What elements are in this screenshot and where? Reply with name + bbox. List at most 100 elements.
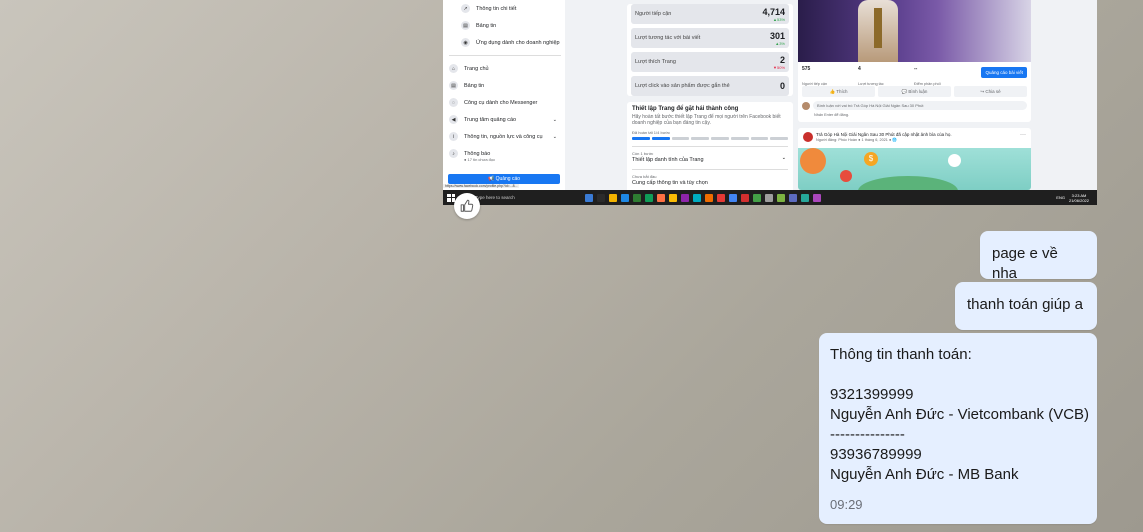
message-bubble[interactable]: page e về nha (980, 231, 1097, 282)
taskbar-app-icon (669, 193, 677, 202)
more-icon: ··· (1020, 132, 1026, 138)
progress-segment (691, 137, 709, 140)
chart-icon: ↗ (461, 4, 470, 13)
setup-step: Chưa bắt đầu Cung cấp thông tin và tùy c… (632, 169, 788, 186)
stat-label: Lượt tương tác với bài viết (635, 35, 701, 41)
taskbar-app-icon (597, 193, 605, 202)
stat-row: Người tiếp cận 4,714 ▲53% (631, 4, 789, 24)
setup-progress-bar (632, 137, 788, 140)
post-image (798, 0, 1031, 62)
taskbar-apps (585, 193, 821, 202)
stat-value: 301 (769, 30, 785, 41)
system-tray: ENG 3:23 AM 21/06/2022 (1056, 193, 1089, 203)
windows-logo-icon (447, 193, 455, 202)
setup-title: Thiết lập Trang để gặt hái thành công (632, 106, 739, 112)
megaphone-icon: ◀ (449, 115, 458, 124)
stat-row: Lượt click vào sản phẩm được gắn thẻ 0 (631, 76, 789, 96)
avatar (803, 132, 813, 142)
message-text: page e về nha (992, 245, 1058, 282)
menu-item-feed: ▤ Bảng tin (449, 77, 565, 94)
taskbar-app-icon (585, 193, 593, 202)
setup-step-sub: Chưa bắt đầu (632, 174, 657, 179)
message-line: --------------- (830, 426, 905, 443)
stat-row: Lượt thích Trang 2 ▼50% (631, 52, 789, 72)
taskbar-app-icon (777, 193, 785, 202)
messenger-icon: ◌ (449, 98, 458, 107)
setup-card: Thiết lập Trang để gặt hái thành công Hã… (627, 102, 793, 198)
shared-screenshot-image[interactable]: ↗ Thông tin chi tiết ▤ Bảng tin ◉ Ứng dụng … (443, 0, 1097, 205)
menu-item-feed-sub: ▤ Bảng tin (449, 17, 565, 34)
status-url: https://www.facebook.com/profile.php?id=… (443, 184, 520, 188)
cover-post-card: Trả Góp Hà Nội Giải Ngân Sau 30 Phút đã … (798, 128, 1031, 190)
taskbar-app-icon (717, 193, 725, 202)
orange-circle (800, 148, 826, 174)
progress-segment (651, 137, 670, 140)
stat-change: ▼50% (773, 64, 785, 70)
feed-icon: ▤ (461, 21, 470, 30)
stat-change: ▲53% (773, 16, 785, 22)
home-icon: ⌂ (449, 64, 458, 73)
boost-post-button: Quảng cáo bài viết (981, 67, 1027, 78)
taskbar-app-icon (801, 193, 809, 202)
taskbar-app-icon (609, 193, 617, 202)
menu-item-business-apps: ◉ Ứng dụng dành cho doanh nghiệp (449, 34, 565, 51)
thumbs-up-icon[interactable] (454, 193, 480, 219)
message-line: 9321399999 (830, 386, 914, 403)
stat-label: Người tiếp cận (635, 11, 672, 17)
house-icon (948, 154, 961, 167)
stat-value: 2 (779, 54, 785, 65)
stat-value-group: 301 ▲3% (770, 31, 785, 46)
taskbar-app-icon (741, 193, 749, 202)
taskbar-app-icon (789, 193, 797, 202)
message-bubble[interactable]: thanh toán giúp a (955, 282, 1097, 330)
progress-segment (750, 137, 769, 140)
apps-icon: ◉ (461, 38, 470, 47)
stat-row: Lượt tương tác với bài viết 301 ▲3% (631, 28, 789, 48)
taskbar-app-icon (765, 193, 773, 202)
thumbs-up-icon (460, 199, 474, 212)
comment-hint: Nhấn Enter để đăng. (814, 113, 850, 117)
bell-icon: ♪ (449, 149, 458, 158)
taskbar-app-icon (813, 193, 821, 202)
message-line: Nguyễn Anh Đức - Vietcombank (VCB) (830, 406, 1090, 423)
progress-segment (711, 137, 729, 140)
chevron-down-icon: ⌄ (552, 133, 557, 140)
taskbar-app-icon (705, 193, 713, 202)
chevron-down-icon: ⌄ (781, 155, 786, 161)
message-text: thanh toán giúp a (967, 296, 1083, 313)
comment-action: 💬 Bình luận (878, 86, 951, 97)
dollar-coin-icon: $ (864, 152, 878, 166)
message-bubble[interactable]: Thông tin thanh toán: 9321399999 Nguyễn … (819, 333, 1097, 524)
feed-icon: ▤ (449, 81, 458, 90)
taskbar-app-icon (693, 193, 701, 202)
taskbar-app-icon (621, 193, 629, 202)
menu-item-ad-center: ◀ Trung tâm quảng cáo ⌄ (449, 111, 565, 128)
ad-button: 📢 Quảng cáo (448, 174, 560, 184)
hill-shape (858, 176, 958, 190)
stat-value: 0 (779, 81, 785, 91)
taskbar-app-icon (753, 193, 761, 202)
info-icon: i (449, 132, 458, 141)
like-action: 👍 Thích (802, 86, 875, 97)
fb-stats-column: Người tiếp cận 4,714 ▲53% Lượt tương tác vớ… (627, 0, 793, 198)
taskbar-app-icon (633, 193, 641, 202)
setup-progress-label: Đã hoàn tất 1/4 bước (632, 130, 670, 135)
menu-item-home: ⌂ Trang chủ (449, 60, 565, 77)
cover-post-image: $ (798, 148, 1031, 190)
message-line (830, 365, 1086, 385)
language-indicator: ENG (1056, 195, 1065, 200)
stat-value-group: 4,714 ▲53% (762, 7, 785, 22)
heart-icon (840, 170, 852, 182)
progress-segment (770, 137, 788, 140)
stats-card: Người tiếp cận 4,714 ▲53% Lượt tương tác vớ… (627, 4, 793, 96)
avatar (802, 101, 810, 110)
setup-step-title: Thiết lập danh tính của Trang (632, 157, 704, 163)
cover-post-sub: Người đăng: Phúc Hoàn ● 1 tháng 6, 2021 … (816, 138, 898, 142)
fb-posts-column: 575 Người tiếp cận 4 Lượt tương tác -- Điểm… (798, 0, 1031, 190)
setup-step-title: Cung cấp thông tin và tùy chọn (632, 180, 708, 186)
stat-label: Lượt thích Trang (635, 59, 676, 65)
menu-item-insights: ↗ Thông tin chi tiết (449, 0, 565, 17)
message-line: 93936789999 (830, 446, 922, 463)
stat-value-group: 0 (780, 81, 785, 91)
setup-step: Còn 1 bước Thiết lập danh tính của Trang… (632, 146, 788, 163)
